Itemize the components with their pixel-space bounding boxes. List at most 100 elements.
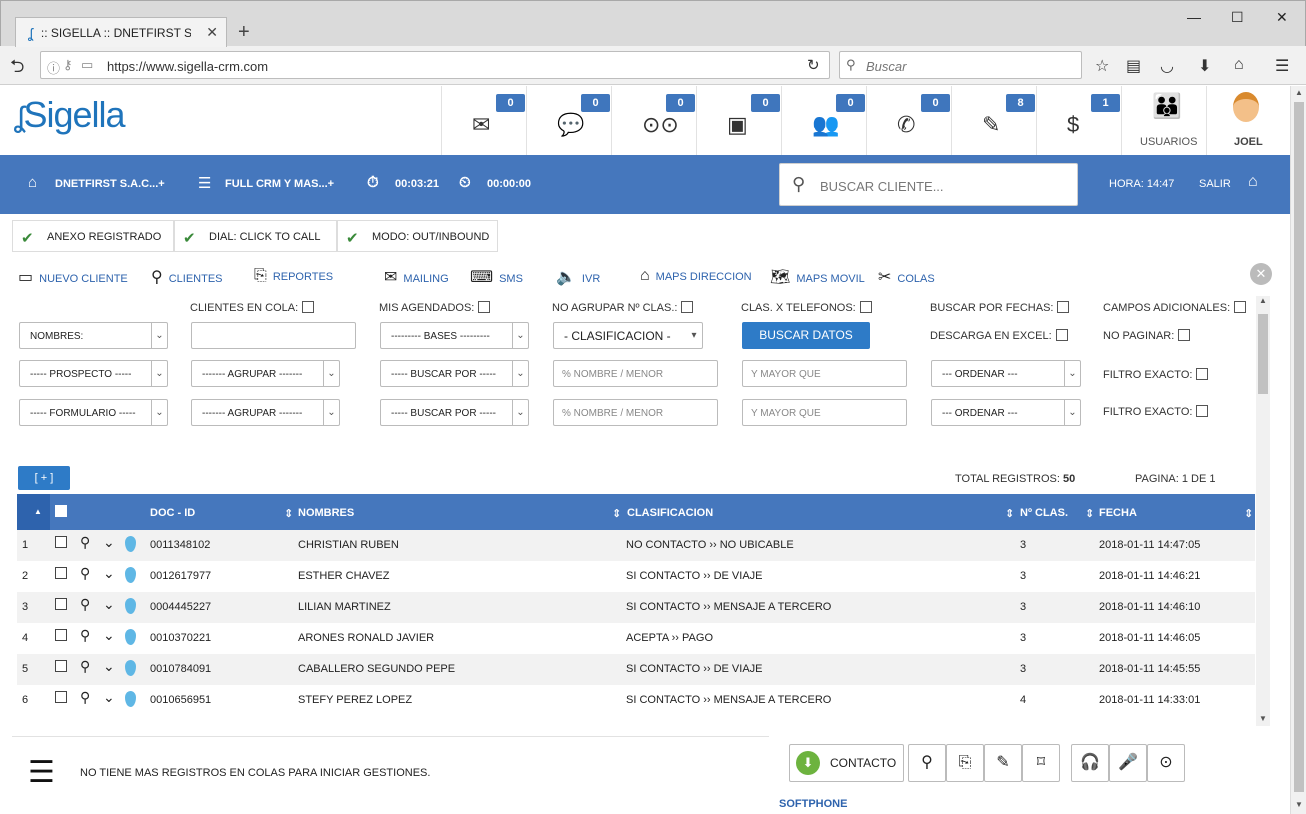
menu-ivr[interactable]: 🔈 IVR — [556, 267, 600, 287]
table-row[interactable]: 5 ⚲ ⌄ 0010784091 CABALLERO SEGUNDO PEPE SI CO… — [17, 654, 1255, 685]
sigella-logo[interactable]: ʆSigella — [14, 94, 126, 136]
new-tab-icon[interactable]: + — [238, 21, 250, 44]
dollar-button[interactable]: $1 — [1036, 86, 1120, 155]
download-icon[interactable]: ⬇ — [1198, 56, 1211, 76]
key-icon[interactable]: ⚷ — [63, 57, 73, 73]
ordenar-select-2[interactable]: --- ORDENAR --- ⌄ — [931, 399, 1081, 426]
nombres-select[interactable]: NOMBRES: ⌄ — [19, 322, 168, 349]
sort-icon[interactable]: ⇕ — [284, 507, 293, 520]
info-icon[interactable]: ⓘ — [47, 58, 60, 77]
row-checkbox[interactable] — [55, 598, 67, 610]
mayor-que-input-2[interactable]: Y MAYOR QUE — [742, 399, 907, 426]
chevron-down-icon[interactable]: ⌄ — [103, 658, 115, 675]
search-button[interactable]: ⚲ — [908, 744, 946, 782]
clas-telefonos-checkbox[interactable] — [859, 301, 872, 313]
filtro-exacto-checkbox-1[interactable] — [1196, 368, 1209, 380]
home-icon[interactable]: ⌂ — [1248, 173, 1258, 191]
chevron-down-icon[interactable]: ⌄ — [103, 627, 115, 644]
back-icon[interactable]: ⮌ — [10, 54, 24, 84]
menu-clientes[interactable]: ⚲ CLIENTES — [151, 267, 223, 287]
scroll-thumb[interactable] — [1258, 314, 1268, 394]
location-pin-icon[interactable] — [125, 536, 136, 552]
window-close-icon[interactable]: ✕ — [1276, 9, 1288, 26]
contacto-button[interactable]: ⬇ CONTACTO — [789, 744, 904, 782]
back-call-button[interactable]: ⊙ — [1147, 744, 1185, 782]
row-checkbox[interactable] — [55, 660, 67, 672]
nombre-menor-input-2[interactable]: % NOMBRE / MENOR — [553, 399, 718, 426]
headset-button[interactable]: 🎧 — [1071, 744, 1109, 782]
buscar-por-select-2[interactable]: ----- BUSCAR POR ----- ⌄ — [380, 399, 529, 426]
location-pin-icon[interactable] — [125, 567, 136, 583]
nombre-menor-input-1[interactable]: % NOMBRE / MENOR — [553, 360, 718, 387]
clasificacion-select[interactable]: - CLASIFICACION - ▾ — [553, 322, 703, 349]
minimize-icon[interactable]: — — [1187, 9, 1201, 25]
filtro-exacto-checkbox-2[interactable] — [1196, 405, 1209, 417]
group-button[interactable]: 👥 0 — [781, 86, 865, 155]
screen-icon[interactable]: ▭ — [81, 57, 93, 73]
tag-button[interactable]: ⌑ — [1022, 744, 1060, 782]
sort-icon[interactable]: ⇕ — [1005, 507, 1014, 520]
formulario-select[interactable]: ----- FORMULARIO ----- ⌄ — [19, 399, 168, 426]
header-nombres[interactable]: NOMBRES — [298, 507, 354, 519]
url-text[interactable]: https://www.sigella-crm.com — [107, 59, 268, 74]
maximize-icon[interactable]: ☐ — [1231, 9, 1244, 26]
menu-sms[interactable]: ⌨ SMS — [470, 267, 523, 287]
ordenar-select-1[interactable]: --- ORDENAR --- ⌄ — [931, 360, 1081, 387]
prospecto-select[interactable]: ----- PROSPECTO ----- ⌄ — [19, 360, 168, 387]
buscar-fechas-checkbox[interactable] — [1057, 301, 1070, 313]
copy-button[interactable]: ⎘ — [946, 744, 984, 782]
table-row[interactable]: 6 ⚲ ⌄ 0010656951 STEFY PEREZ LOPEZ SI CONTACT… — [17, 685, 1255, 716]
home-icon[interactable]: ⌂ — [1234, 56, 1244, 74]
user-button[interactable]: JOEL — [1206, 86, 1290, 155]
browser-search-input[interactable]: ⚲ Buscar — [839, 51, 1082, 79]
menu-icon[interactable]: ☰ — [1275, 56, 1289, 76]
no-paginar-checkbox[interactable] — [1178, 329, 1191, 341]
logout-link[interactable]: SALIR — [1199, 178, 1231, 190]
microphone-button[interactable]: 🎤 — [1109, 744, 1147, 782]
table-row[interactable]: 4 ⚲ ⌄ 0010370221 ARONES RONALD JAVIER ACEPTA … — [17, 623, 1255, 654]
location-pin-icon[interactable] — [125, 691, 136, 707]
campos-adicionales-checkbox[interactable] — [1234, 301, 1247, 313]
agrupar-select-1[interactable]: ------- AGRUPAR ------- ⌄ — [191, 360, 340, 387]
header-fecha[interactable]: FECHA — [1099, 507, 1137, 519]
chevron-down-icon[interactable]: ⌄ — [103, 565, 115, 582]
mis-agendados-checkbox[interactable] — [478, 301, 491, 313]
reading-list-icon[interactable]: ▤ — [1126, 56, 1141, 76]
chevron-down-icon[interactable]: ⌄ — [103, 596, 115, 613]
header-num-clas[interactable]: Nº CLAS. — [1020, 507, 1068, 519]
calendar-button[interactable]: ▣ 0 — [696, 86, 780, 155]
row-checkbox[interactable] — [55, 691, 67, 703]
location-pin-icon[interactable] — [125, 598, 136, 614]
bookmark-star-icon[interactable]: ☆ — [1095, 56, 1109, 76]
campaign-selector[interactable]: FULL CRM Y MAS...+ — [225, 178, 334, 190]
menu-mailing[interactable]: ✉ MAILING — [384, 267, 449, 287]
menu-reportes[interactable]: ⎘ REPORTES — [254, 267, 333, 285]
sms-button[interactable]: 💬 0 — [526, 86, 610, 155]
chevron-down-icon[interactable]: ⌄ — [103, 689, 115, 706]
no-agrupar-checkbox[interactable] — [681, 301, 694, 313]
menu-maps-direccion[interactable]: ⌂ MAPS DIRECCION — [640, 267, 752, 285]
header-clasificacion[interactable]: CLASIFICACION — [627, 507, 713, 519]
header-doc-id[interactable]: DOC - ID — [150, 507, 195, 519]
close-panel-icon[interactable]: ✕ — [1250, 263, 1272, 285]
view-icon[interactable]: ⚲ — [80, 658, 90, 675]
usuarios-button[interactable]: 👪 USUARIOS — [1121, 86, 1205, 155]
select-all-checkbox[interactable] — [55, 505, 67, 517]
buscar-por-select-1[interactable]: ----- BUSCAR POR ----- ⌄ — [380, 360, 529, 387]
menu-nuevo-cliente[interactable]: ▭ NUEVO CLIENTE — [18, 267, 128, 287]
location-pin-icon[interactable] — [125, 629, 136, 645]
expand-button[interactable]: [ + ] — [18, 466, 70, 490]
buscar-datos-button[interactable]: BUSCAR DATOS — [742, 322, 870, 349]
reload-icon[interactable]: ↻ — [807, 56, 820, 74]
row-checkbox[interactable] — [55, 567, 67, 579]
agrupar-select-2[interactable]: ------- AGRUPAR ------- ⌄ — [191, 399, 340, 426]
view-icon[interactable]: ⚲ — [80, 596, 90, 613]
sort-index-header[interactable]: ▲ — [17, 494, 50, 531]
table-scrollbar[interactable]: ▲ ▼ — [1256, 296, 1270, 726]
pocket-icon[interactable]: ◡ — [1160, 56, 1174, 76]
chevron-down-icon[interactable]: ⌄ — [103, 534, 115, 551]
edit-button[interactable]: ✎ — [984, 744, 1022, 782]
table-row[interactable]: 1 ⚲ ⌄ 0011348102 CHRISTIAN RUBEN NO CONTACTO … — [17, 530, 1255, 561]
row-checkbox[interactable] — [55, 536, 67, 548]
row-checkbox[interactable] — [55, 629, 67, 641]
